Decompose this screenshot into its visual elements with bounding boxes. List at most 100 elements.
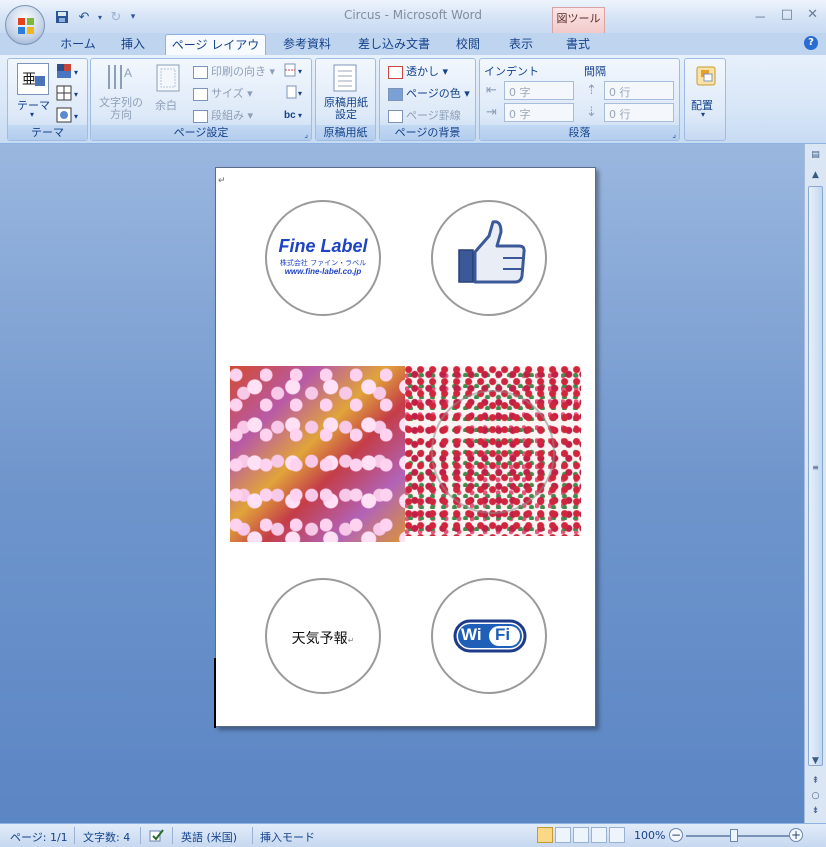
wifi-logo-icon — [453, 619, 527, 653]
word-count[interactable]: 文字数: 4 — [83, 829, 130, 845]
tab-page-layout[interactable]: ページ レイアウト — [165, 34, 266, 72]
quick-access-toolbar: ↶ ▾ ↻ ▾ — [52, 6, 138, 28]
outline-view-icon[interactable] — [591, 827, 607, 843]
group-paragraph: インデント 間隔 ⇤ 0 字 ⇥ 0 字 ⇡ 0 行 ⇣ 0 行 段落 ⌟ — [479, 58, 680, 141]
line-numbers-icon[interactable]: ▾ — [283, 85, 307, 102]
browse-object-icon[interactable]: ○ — [808, 789, 823, 804]
insert-mode-indicator[interactable]: 挿入モード — [260, 829, 315, 845]
zoom-slider-thumb[interactable] — [730, 829, 738, 842]
wifi-circle[interactable]: Wi Fi — [431, 578, 547, 694]
tab-mailings[interactable]: 差し込み文書 — [352, 34, 436, 55]
save-icon[interactable] — [52, 7, 72, 27]
help-icon[interactable]: ? — [804, 36, 818, 50]
hyphenation-icon[interactable]: bc ▾ — [283, 107, 307, 124]
spacing-before-input[interactable]: 0 行 — [604, 81, 674, 100]
zoom-in-icon[interactable]: + — [789, 828, 803, 842]
status-divider — [74, 827, 75, 844]
maximize-button[interactable]: □ — [781, 7, 793, 26]
tab-review[interactable]: 校閲 — [448, 34, 488, 55]
undo-icon[interactable]: ↶ — [74, 7, 94, 27]
theme-icon[interactable]: 亜 — [17, 63, 49, 95]
minimize-button[interactable]: － — [754, 7, 767, 26]
arrange-dropdown-icon[interactable]: ▾ — [701, 110, 705, 119]
title-bar: Circus - Microsoft Word ↶ ▾ ↻ ▾ 図ツール － □… — [0, 0, 826, 33]
print-layout-view-icon[interactable] — [537, 827, 553, 843]
proofing-icon[interactable] — [149, 829, 165, 846]
office-button[interactable] — [5, 5, 45, 45]
page-count[interactable]: ページ: 1/1 — [10, 829, 68, 845]
margins-icon[interactable] — [155, 63, 181, 96]
floral-pattern-image[interactable] — [405, 366, 581, 536]
scrollbar-thumb[interactable] — [808, 186, 823, 766]
thumbs-up-circle[interactable] — [431, 200, 547, 316]
zoom-out-icon[interactable]: − — [669, 828, 683, 842]
theme-fonts-icon[interactable]: ▾ — [56, 85, 82, 104]
scroll-up-icon[interactable]: ▲ — [808, 168, 823, 183]
weather-circle[interactable]: 天気予報↵ — [265, 578, 381, 694]
orientation-button[interactable]: 印刷の向き ▾ — [193, 63, 275, 79]
faint-circle-outline — [431, 390, 555, 514]
indent-label: インデント — [484, 65, 539, 78]
undo-dropdown-icon[interactable]: ▾ — [96, 7, 104, 27]
theme-dropdown-icon[interactable]: ▾ — [30, 110, 34, 119]
web-layout-view-icon[interactable] — [573, 827, 589, 843]
text-direction-label[interactable]: 文字列の方向 — [96, 97, 146, 121]
status-divider — [252, 827, 253, 844]
manuscript-settings-label[interactable]: 原稿用紙設定 — [320, 97, 372, 121]
theme-colors-icon[interactable]: ▾ — [56, 63, 82, 82]
tab-view[interactable]: 表示 — [500, 34, 542, 55]
paragraph-dialog-launcher-icon[interactable]: ⌟ — [672, 130, 676, 139]
close-button[interactable]: ✕ — [807, 7, 818, 26]
group-label-page-setup: ページ設定 — [91, 125, 311, 140]
scrollbar-grip-icon: ≡ — [812, 463, 819, 472]
columns-button[interactable]: 段組み ▾ — [193, 107, 253, 123]
language-indicator[interactable]: 英語 (米国) — [181, 829, 237, 845]
group-label-theme: テーマ — [8, 125, 87, 140]
watermark-button[interactable]: 透かし ▾ — [388, 63, 448, 79]
arrange-icon[interactable] — [695, 65, 717, 90]
ribbon-tabs: ホーム 挿入 ページ レイアウト 参考資料 差し込み文書 校閲 表示 書式 — [0, 33, 826, 72]
ruler-toggle-icon[interactable]: ▤ — [808, 148, 823, 163]
page-borders-button[interactable]: ページ罫線 — [388, 107, 461, 123]
redo-icon[interactable]: ↻ — [106, 7, 126, 27]
group-label-paragraph: 段落 — [480, 125, 679, 140]
breaks-icon[interactable]: ▾ — [283, 63, 307, 80]
spacing-label: 間隔 — [584, 65, 606, 78]
document-area[interactable]: ↵ Fine Label 株式会社 ファイン・ラベル www.fine-labe… — [0, 144, 804, 823]
size-button[interactable]: サイズ ▾ — [193, 85, 253, 101]
theme-effects-icon[interactable]: ▾ — [56, 107, 82, 126]
office-logo-icon — [18, 18, 34, 34]
zoom-level[interactable]: 100% — [634, 829, 665, 842]
page-edge — [214, 658, 216, 728]
previous-page-icon[interactable]: ⇞ — [808, 774, 823, 789]
tab-home[interactable]: ホーム — [52, 34, 104, 55]
zoom-slider-track[interactable] — [686, 835, 790, 837]
draft-view-icon[interactable] — [609, 827, 625, 843]
group-page-background: 透かし ▾ ページの色 ▾ ページ罫線 ページの背景 — [379, 58, 476, 141]
sakura-pattern-image[interactable] — [230, 366, 405, 542]
page-setup-dialog-launcher-icon[interactable]: ⌟ — [304, 130, 308, 139]
tab-format[interactable]: 書式 — [556, 34, 600, 55]
margins-label[interactable]: 余白 — [155, 97, 177, 113]
indent-left-input[interactable]: 0 字 — [504, 81, 574, 100]
spacing-after-input[interactable]: 0 行 — [604, 103, 674, 122]
wifi-logo-fi: Fi — [495, 625, 511, 644]
svg-text:▾: ▾ — [298, 89, 302, 98]
document-page[interactable]: ↵ Fine Label 株式会社 ファイン・ラベル www.fine-labe… — [214, 167, 596, 728]
size-icon — [193, 87, 208, 101]
tab-insert[interactable]: 挿入 — [110, 34, 156, 55]
page-color-button[interactable]: ページの色 ▾ — [388, 85, 470, 101]
scroll-down-icon[interactable]: ▼ — [808, 754, 823, 769]
indent-right-input[interactable]: 0 字 — [504, 103, 574, 122]
group-label-manuscript: 原稿用紙 — [316, 125, 375, 140]
full-screen-reading-view-icon[interactable] — [555, 827, 571, 843]
columns-icon — [193, 109, 208, 123]
text-direction-icon[interactable]: A — [105, 63, 133, 96]
fine-label-circle[interactable]: Fine Label 株式会社 ファイン・ラベル www.fine-label.… — [265, 200, 381, 316]
tab-references[interactable]: 参考資料 — [276, 34, 338, 55]
svg-text:▾: ▾ — [298, 67, 302, 76]
vertical-scrollbar[interactable]: ▤ ▲ ≡ ▼ ⇞ ○ ⇟ — [804, 144, 826, 823]
manuscript-paper-icon[interactable] — [332, 63, 358, 96]
next-page-icon[interactable]: ⇟ — [808, 804, 823, 819]
customize-qat-icon[interactable]: ▾ — [128, 7, 138, 27]
